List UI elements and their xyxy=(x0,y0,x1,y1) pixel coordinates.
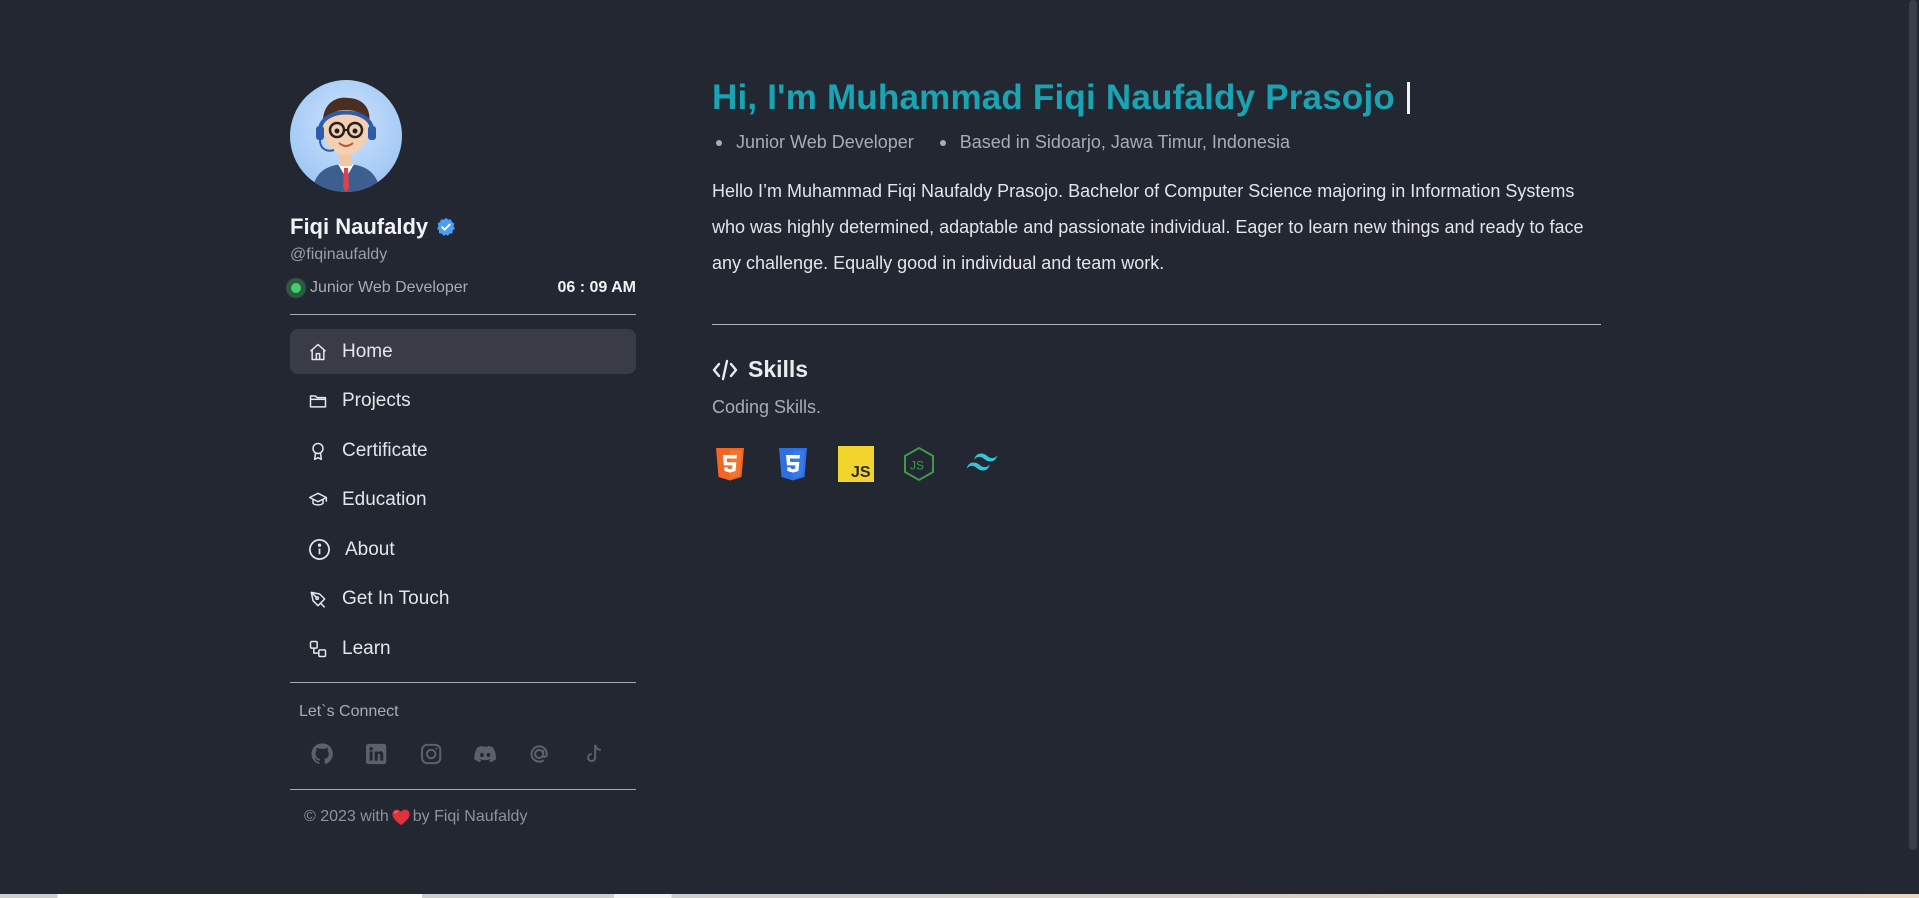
skills-subtitle: Coding Skills. xyxy=(712,397,822,417)
main-divider xyxy=(712,324,1601,325)
status-left: Junior Web Developer xyxy=(286,278,469,298)
nav-label: Learn xyxy=(342,638,391,660)
nav-item-learn[interactable]: Learn xyxy=(290,627,636,672)
github-icon[interactable] xyxy=(310,741,334,767)
sidebar-nav: Home Projects Certificate Education Abou… xyxy=(290,329,636,672)
profile-name: Fiqi Naufaldy xyxy=(290,214,429,239)
meta-role: Junior Web Developer xyxy=(736,132,914,152)
skills-title: Skills xyxy=(748,356,809,382)
meta-location: Based in Sidoarjo, Jawa Timur, Indonesia xyxy=(959,132,1290,152)
scrollbar-thumb[interactable] xyxy=(1909,0,1917,850)
taskbar-strip xyxy=(0,894,1919,898)
avatar xyxy=(290,80,402,192)
skills-header: Skills xyxy=(712,356,1601,383)
online-status-icon xyxy=(286,278,306,298)
footer-prefix: © 2023 with xyxy=(304,807,389,825)
pen-tool-icon xyxy=(310,592,326,609)
meta-item-location: Based in Sidoarjo, Jawa Timur, Indonesia xyxy=(936,132,1290,153)
nav-label: Get In Touch xyxy=(342,588,450,610)
css3-icon[interactable] xyxy=(775,446,811,482)
info-icon xyxy=(309,539,330,561)
scrollbar-track[interactable] xyxy=(1905,0,1919,898)
nav-item-about[interactable]: About xyxy=(290,527,636,572)
shapes-icon xyxy=(309,640,327,658)
meta-item-role: Junior Web Developer xyxy=(712,132,914,153)
status-row: Junior Web Developer 06 : 09 AM xyxy=(286,278,636,298)
nav-item-projects[interactable]: Projects xyxy=(290,379,636,424)
code-icon xyxy=(712,359,738,380)
bullet-icon xyxy=(716,139,722,146)
sidebar: Fiqi Naufaldy @fiqinaufaldy Junior Web D… xyxy=(286,80,636,826)
at-icon[interactable] xyxy=(527,741,551,767)
skill-icons: JS JS xyxy=(712,446,1601,482)
sidebar-divider-middle xyxy=(290,681,636,683)
nav-label: Certificate xyxy=(342,439,428,461)
profile-handle: @fiqinaufaldy xyxy=(290,246,388,263)
headline: Hi, I'm Muhammad Fiqi Naufaldy Prasojo xyxy=(712,78,1395,117)
home-icon xyxy=(310,343,326,360)
status-role: Junior Web Developer xyxy=(310,279,469,296)
svg-text:JS: JS xyxy=(851,464,871,481)
footer-suffix: by Fiqi Naufaldy xyxy=(412,807,528,825)
intro-paragraph: Hello I’m Muhammad Fiqi Naufaldy Prasojo… xyxy=(712,181,1584,273)
bullet-icon xyxy=(939,139,946,146)
nodejs-icon[interactable]: JS xyxy=(901,446,937,482)
graduation-cap-icon xyxy=(308,492,328,506)
typing-cursor xyxy=(1406,82,1410,114)
folder-icon xyxy=(309,395,327,408)
tailwind-icon[interactable] xyxy=(964,446,1000,482)
tiktok-icon[interactable] xyxy=(582,741,606,767)
discord-icon[interactable] xyxy=(473,741,497,767)
sidebar-divider-bottom xyxy=(290,788,636,790)
headline-row: Hi, I'm Muhammad Fiqi Naufaldy Prasojo xyxy=(712,78,1601,118)
nav-item-education[interactable]: Education xyxy=(290,478,636,523)
nav-label: Education xyxy=(342,489,427,511)
heart-icon xyxy=(392,809,410,825)
social-links xyxy=(310,741,636,767)
javascript-icon[interactable]: JS xyxy=(838,446,874,482)
nav-item-certificate[interactable]: Certificate xyxy=(290,428,636,473)
sidebar-divider-top xyxy=(290,314,636,315)
linkedin-icon[interactable] xyxy=(364,741,388,767)
nav-item-get-in-touch[interactable]: Get In Touch xyxy=(290,577,636,622)
main-content: Hi, I'm Muhammad Fiqi Naufaldy Prasojo J… xyxy=(712,78,1601,482)
instagram-icon[interactable] xyxy=(419,741,443,767)
nav-item-home[interactable]: Home xyxy=(290,329,636,374)
hero-meta: Junior Web Developer Based in Sidoarjo, … xyxy=(712,132,1601,153)
award-icon xyxy=(312,442,324,460)
connect-title: Let`s Connect xyxy=(299,702,399,720)
verified-badge-icon xyxy=(437,217,455,236)
footer: © 2023 with by Fiqi Naufaldy xyxy=(304,808,636,826)
clock: 06 : 09 AM xyxy=(557,279,636,296)
html5-icon[interactable] xyxy=(712,446,748,482)
svg-text:JS: JS xyxy=(910,459,924,473)
nav-label: Home xyxy=(342,340,393,362)
profile-name-row: Fiqi Naufaldy xyxy=(290,214,636,240)
nav-label: Projects xyxy=(342,390,411,412)
nav-label: About xyxy=(345,538,395,560)
